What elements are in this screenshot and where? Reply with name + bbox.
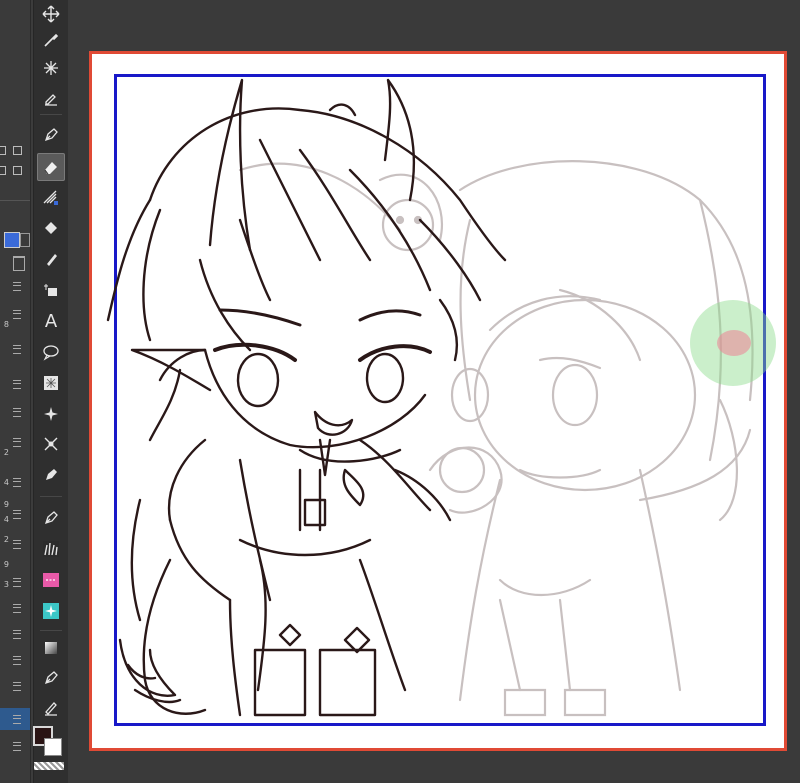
lineart-character — [106, 78, 507, 717]
artwork — [106, 78, 754, 717]
sketch-character — [238, 160, 754, 717]
brush-cursor-center — [717, 330, 751, 356]
